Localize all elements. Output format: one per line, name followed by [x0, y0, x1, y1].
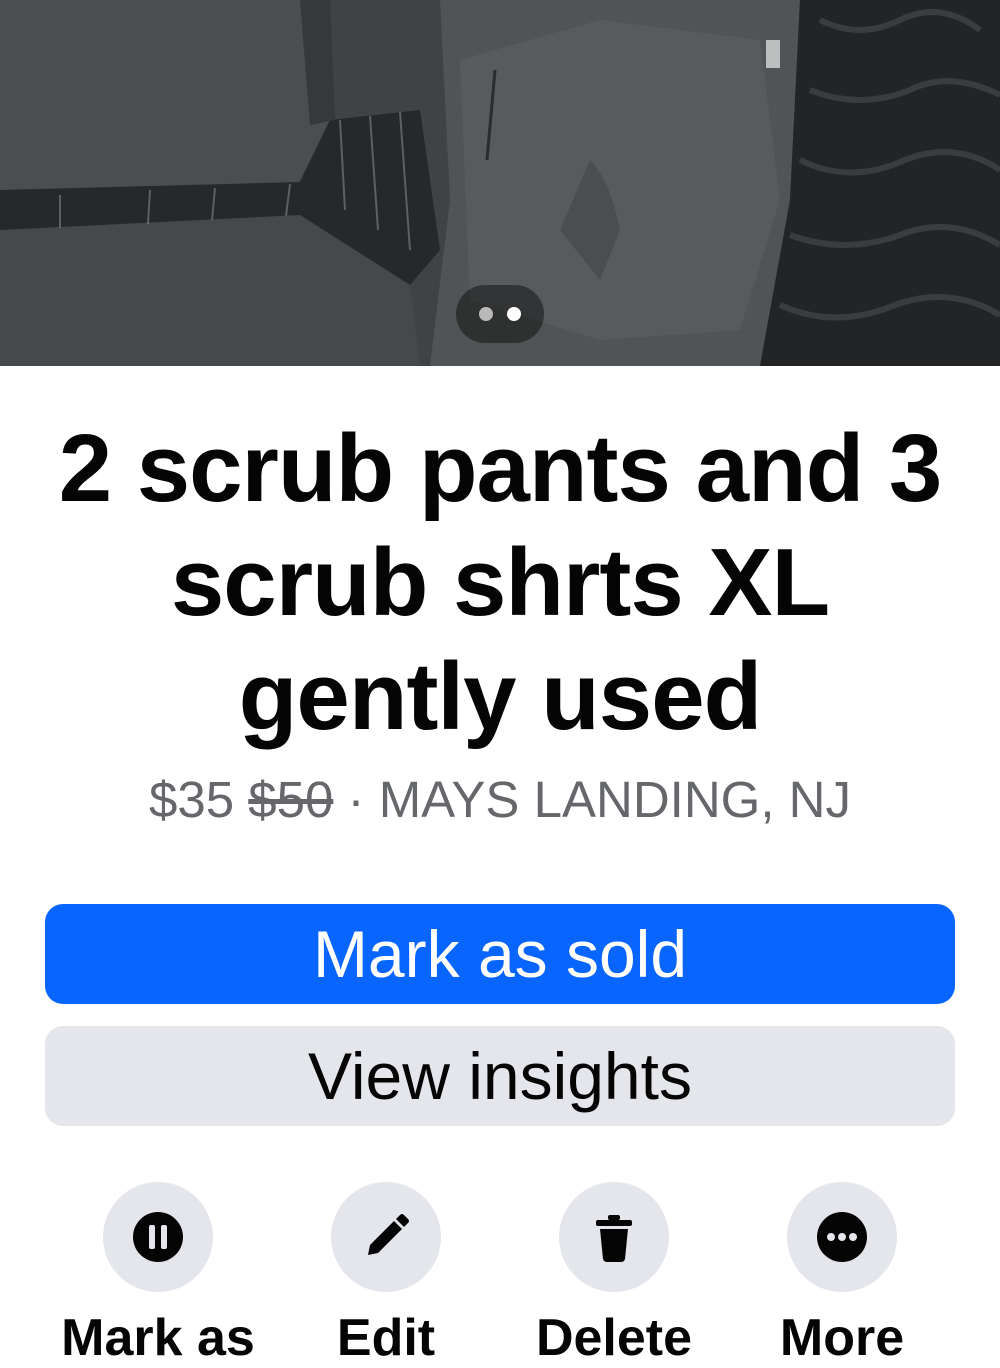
delete-action[interactable]: Delete: [500, 1182, 728, 1368]
listing-photo[interactable]: [0, 0, 1000, 366]
action-label: Edit: [336, 1309, 436, 1367]
listing-meta: $35 $50 · MAYS LANDING, NJ: [0, 770, 1000, 830]
pause-icon: [133, 1212, 183, 1262]
pager-dot: [479, 307, 493, 321]
action-label: More: [779, 1309, 905, 1367]
listing-title: 2 scrub pants and 3 scrub shrts XL gentl…: [58, 415, 943, 750]
photo-pager: [456, 285, 544, 343]
more-action[interactable]: More: [728, 1182, 956, 1368]
action-label: Delete: [535, 1309, 693, 1367]
listing-location: MAYS LANDING, NJ: [378, 771, 851, 828]
trash-icon: [596, 1215, 632, 1262]
more-dots-icon: [817, 1212, 867, 1262]
edit-action-button[interactable]: [331, 1182, 441, 1292]
pager-dot-active: [507, 307, 521, 321]
edit-action[interactable]: Edit: [272, 1182, 500, 1368]
more-action-button[interactable]: [787, 1182, 897, 1292]
action-label: Mark as: [61, 1309, 255, 1367]
view-insights-button[interactable]: View insights: [45, 1026, 955, 1126]
mark-as-sold-button[interactable]: Mark as sold: [45, 904, 955, 1004]
listing-original-price: $50: [248, 771, 334, 828]
listing-actions: Mark as Edit Delete More: [0, 1182, 1000, 1367]
mark-as-action[interactable]: Mark as: [44, 1182, 272, 1368]
delete-action-button[interactable]: [559, 1182, 669, 1292]
listing-price: $35: [149, 771, 235, 828]
meta-separator: ·: [347, 771, 365, 828]
mark-as-action-button[interactable]: [103, 1182, 213, 1292]
pencil-icon: [368, 1214, 409, 1255]
